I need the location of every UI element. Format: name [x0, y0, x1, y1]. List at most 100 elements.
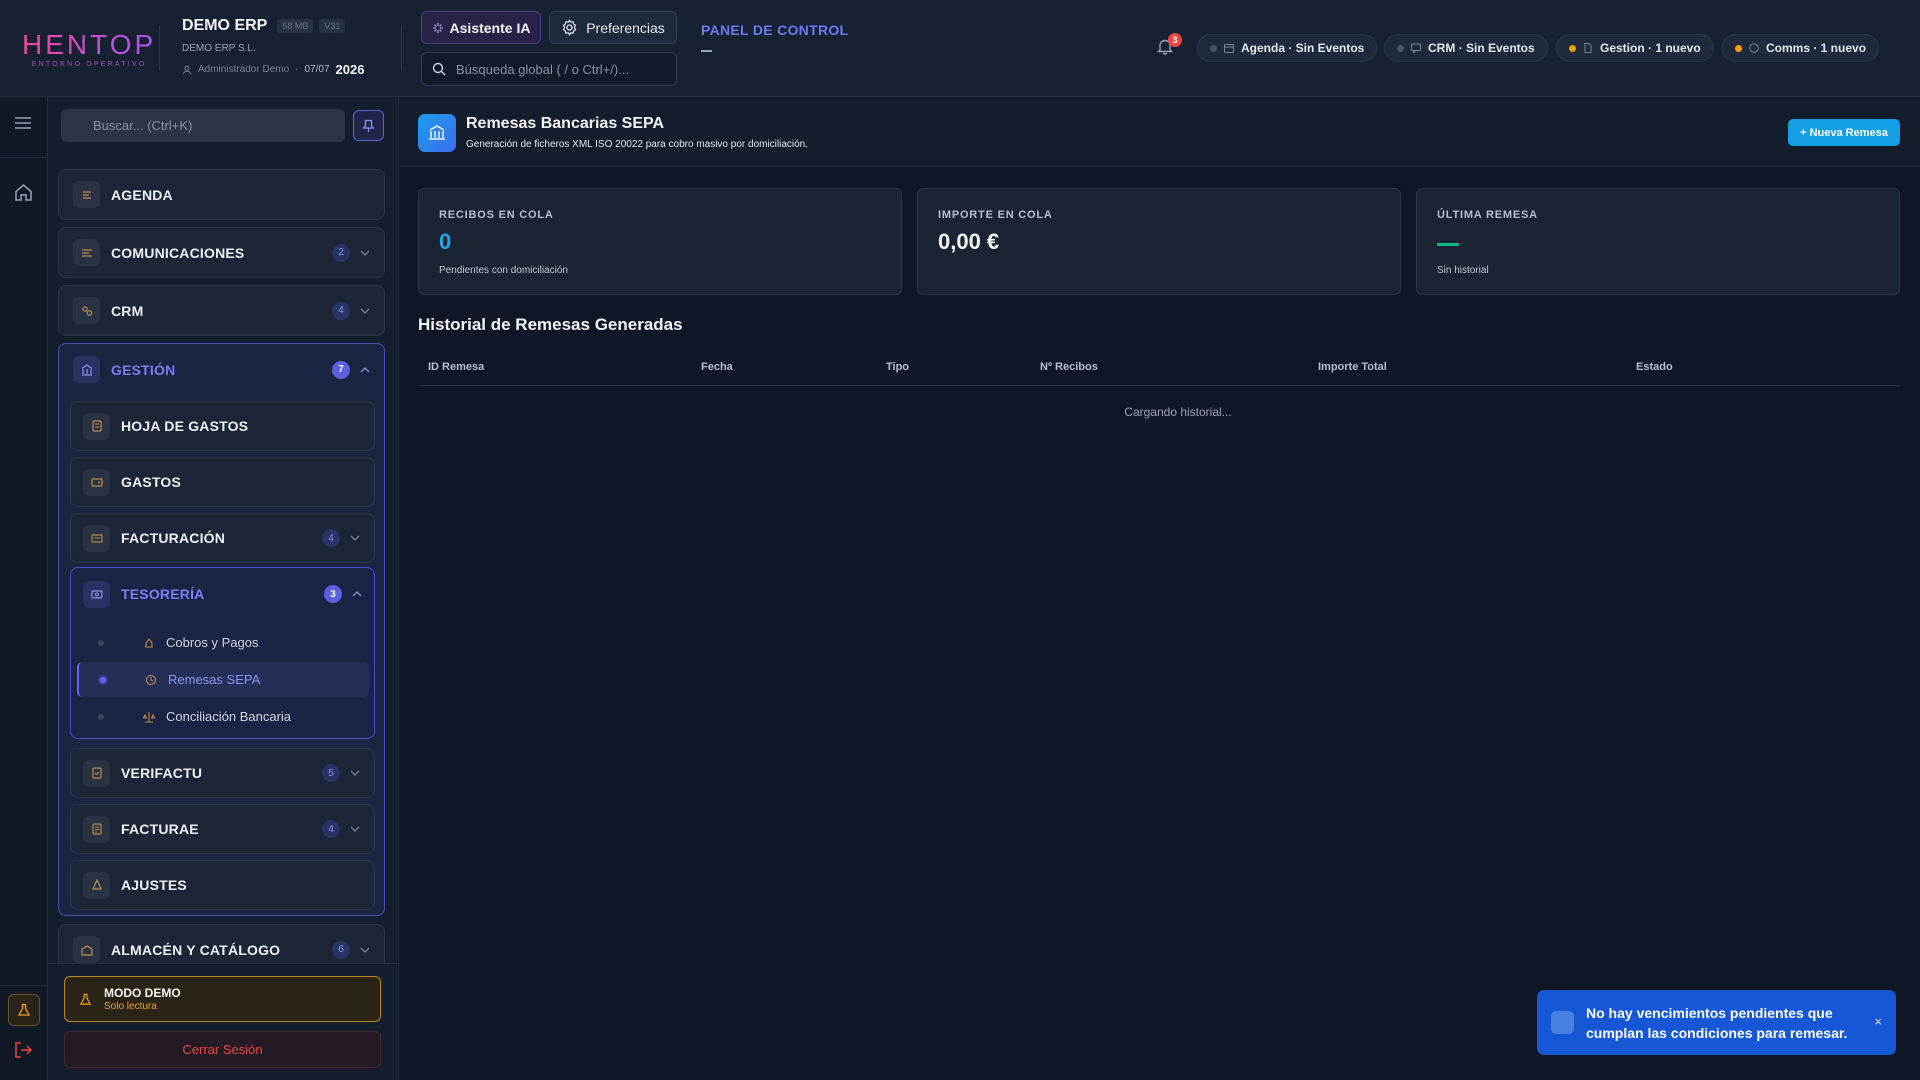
chat-icon: [1411, 43, 1421, 54]
icon-rail: [0, 97, 48, 1080]
sidebar-item-label: FACTURACIÓN: [121, 530, 226, 546]
agenda-status-pill[interactable]: Agenda · Sin Eventos: [1197, 34, 1378, 62]
sidebar-item-agenda[interactable]: AGENDA: [58, 169, 385, 220]
column-header[interactable]: Estado: [1636, 361, 1673, 373]
column-header[interactable]: Nº Recibos: [1040, 361, 1098, 373]
hamburger-icon: [15, 117, 31, 129]
divider: [0, 985, 48, 986]
stat-note: Pendientes con domiciliación: [439, 265, 568, 276]
count-badge: 4: [322, 820, 340, 838]
sidebar-leaf-cobros-y-pagos[interactable]: Cobros y Pagos: [77, 625, 369, 660]
chevron-up-icon: [352, 591, 362, 597]
page-subtitle: Generación de ficheros XML ISO 20022 par…: [466, 139, 809, 150]
sidebar-item-gastos[interactable]: GASTOS: [70, 457, 375, 507]
pin-icon: [362, 119, 375, 132]
sidebar-group-gestion: GESTIÓN 7 HOJA DE GASTOS GASTOS FACTURAC…: [58, 343, 385, 916]
home-button[interactable]: [14, 183, 33, 202]
version-tag: V31: [319, 19, 346, 33]
gestion-status-pill[interactable]: Gestion · 1 nuevo: [1556, 34, 1714, 62]
message-icon: [1749, 43, 1759, 53]
sidebar-item-comunicaciones[interactable]: COMUNICACIONES 2: [58, 227, 385, 278]
demo-mode-button[interactable]: [8, 994, 40, 1026]
comms-status-pill[interactable]: Comms · 1 nuevo: [1722, 34, 1880, 62]
bullet: [98, 713, 104, 720]
sidebar-leaf-conciliacion-bancaria[interactable]: Conciliación Bancaria: [77, 699, 369, 734]
app-logo[interactable]: HENTOP ENTORNO OPERATIVO: [22, 29, 157, 69]
logo-text: HENTOP: [22, 29, 157, 60]
toast-message: No hay vencimientos pendientes que cumpl…: [1586, 1004, 1848, 1041]
menu-toggle-button[interactable]: [14, 116, 32, 130]
coins-icon: [145, 637, 153, 648]
new-remesa-button[interactable]: + Nueva Remesa: [1788, 119, 1900, 146]
status-dot: [1735, 44, 1742, 52]
search-icon: [432, 62, 446, 76]
stat-label: ÚLTIMA REMESA: [1437, 209, 1538, 221]
sidebar-item-crm[interactable]: CRM 4: [58, 285, 385, 336]
logout-button[interactable]: Cerrar Sesión: [64, 1031, 381, 1068]
sidebar-search-input[interactable]: [93, 118, 323, 133]
panel-control-link[interactable]: PANEL DE CONTROL: [701, 22, 848, 38]
global-search-input[interactable]: [456, 61, 666, 77]
bullet: [98, 639, 104, 646]
sidebar-group-tesoreria: TESORERÍA 3 Cobros y Pagos Remesas SEPA …: [70, 567, 375, 739]
ai-assistant-button[interactable]: Asistente IA: [421, 11, 541, 44]
sidebar-item-facturae[interactable]: FACTURAE 4: [70, 804, 375, 854]
user-name: Administrador Demo: [198, 64, 290, 75]
company-name: DEMO ERP: [182, 17, 268, 34]
column-header[interactable]: Fecha: [701, 361, 733, 373]
sidebar-item-ajustes[interactable]: AJUSTES: [70, 860, 375, 910]
sidebar-item-tesoreria[interactable]: TESORERÍA 3: [71, 568, 374, 620]
stat-value: 0,00 €: [938, 229, 1000, 254]
demo-mode-banner: MODO DEMO Solo lectura: [64, 976, 381, 1022]
home-icon: [15, 184, 32, 201]
sidebar-item-hoja-de-gastos[interactable]: HOJA DE GASTOS: [70, 401, 375, 451]
count-badge: 5: [322, 764, 340, 782]
user-icon: [182, 65, 192, 74]
sidebar-item-label: GASTOS: [121, 474, 182, 490]
sidebar-item-label: COMUNICACIONES: [111, 244, 245, 261]
flask-icon: [79, 993, 92, 1005]
stat-label: RECIBOS EN COLA: [439, 209, 554, 221]
user-info: Administrador Demo · 07/07 2026: [182, 62, 364, 77]
count-badge: 3: [324, 585, 342, 603]
empty-value-dash: [1437, 243, 1459, 246]
sidebar-item-verifactu[interactable]: VERIFACTU 5: [70, 748, 375, 798]
separator-dot: ·: [295, 64, 299, 75]
chevron-down-icon: [350, 535, 360, 541]
crm-icon: [73, 297, 100, 324]
stat-card-importe: IMPORTE EN COLA 0,00 €: [917, 188, 1401, 295]
bank-icon: [73, 356, 100, 383]
logout-icon-button[interactable]: [13, 1041, 33, 1059]
notification-count-badge: 3: [1168, 33, 1182, 47]
crm-status-pill[interactable]: CRM · Sin Eventos: [1384, 34, 1548, 62]
sidebar-item-label: ALMACÉN Y CATÁLOGO: [111, 941, 281, 958]
count-badge: 7: [332, 360, 350, 379]
sidebar-item-label: AJUSTES: [121, 877, 187, 893]
sidebar-item-gestion[interactable]: GESTIÓN 7: [59, 344, 384, 395]
logout-icon: [15, 1042, 33, 1058]
divider: [401, 26, 402, 70]
pin-sidebar-button[interactable]: [353, 110, 384, 141]
current-year: 2026: [335, 62, 365, 77]
toast-close-button[interactable]: ×: [1874, 1014, 1882, 1029]
loading-message: Cargando historial...: [1124, 405, 1232, 419]
global-search[interactable]: [421, 52, 677, 86]
sparkle-icon: [432, 22, 443, 33]
preferences-button[interactable]: Preferencias: [549, 11, 677, 44]
column-header[interactable]: Importe Total: [1318, 361, 1387, 373]
top-bar: HENTOP ENTORNO OPERATIVO DEMO ERP 58 MB …: [0, 0, 1920, 97]
info-icon: [1551, 1011, 1574, 1034]
history-title: Historial de Remesas Generadas: [418, 315, 683, 334]
comms-pill-label: Comms · 1 nuevo: [1766, 41, 1867, 55]
sidebar-item-facturacion[interactable]: FACTURACIÓN 4: [70, 513, 375, 563]
chevron-up-icon: [360, 366, 370, 372]
sidebar-leaf-remesas-sepa[interactable]: Remesas SEPA: [77, 662, 369, 697]
sidebar-search[interactable]: [61, 109, 345, 142]
column-header[interactable]: ID Remesa: [428, 361, 484, 373]
history-table-header: ID Remesa Fecha Tipo Nº Recibos Importe …: [418, 350, 1900, 386]
invoice-icon: [83, 524, 110, 552]
count-badge: 4: [322, 529, 340, 547]
sidebar-item-label: AGENDA: [111, 186, 173, 203]
column-header[interactable]: Tipo: [886, 361, 909, 373]
gear-icon: [562, 19, 577, 36]
